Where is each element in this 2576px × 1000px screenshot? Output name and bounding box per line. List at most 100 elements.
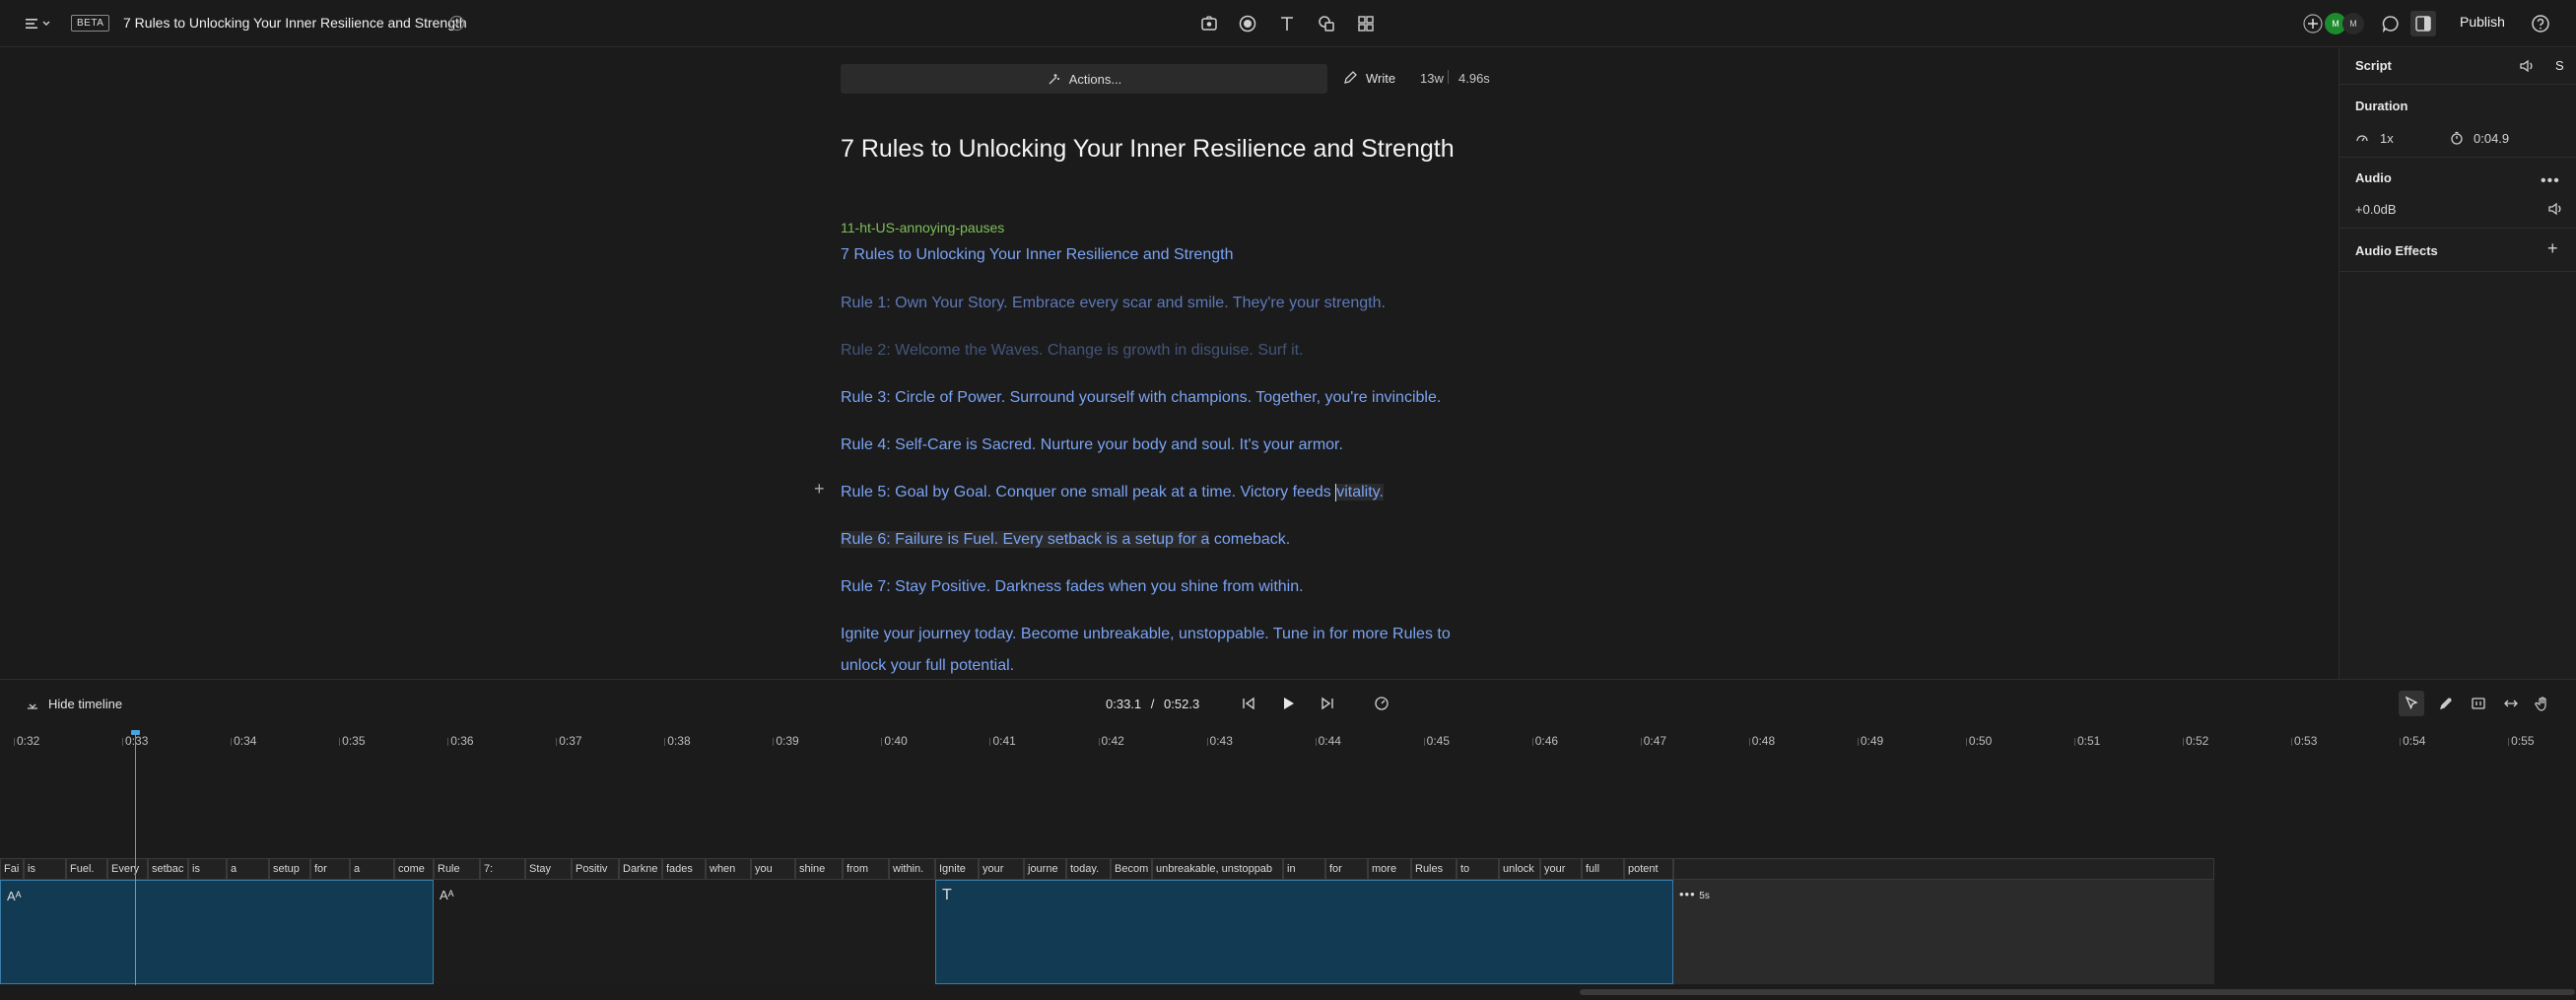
- word-chip[interactable]: potent: [1624, 858, 1673, 880]
- comments-button[interactable]: [2380, 13, 2402, 34]
- duration-value[interactable]: 0:04.9: [2474, 131, 2509, 146]
- word-chip[interactable]: is: [24, 858, 66, 880]
- word-chip[interactable]: fades: [662, 858, 706, 880]
- select-tool-button[interactable]: [2399, 691, 2424, 716]
- highlighted-segment[interactable]: Rule 6: Failure is Fuel. Every setback i…: [841, 531, 1210, 548]
- word-chip[interactable]: Rules: [1411, 858, 1457, 880]
- cursor-arrow-icon: [2405, 696, 2418, 710]
- script-line[interactable]: Rule 1: Own Your Story. Embrace every sc…: [841, 295, 1386, 312]
- word-chip[interactable]: in: [1283, 858, 1325, 880]
- add-collaborator-button[interactable]: [2302, 13, 2324, 34]
- shapes-button[interactable]: [1316, 13, 1337, 34]
- avatar-secondary[interactable]: M: [2342, 13, 2364, 34]
- script-line[interactable]: Rule 7: Stay Positive. Darkness fades wh…: [841, 578, 1304, 596]
- word-chip[interactable]: shine: [795, 858, 843, 880]
- layouts-button[interactable]: [1355, 13, 1377, 34]
- volume-button[interactable]: [2546, 200, 2564, 218]
- speed-value[interactable]: 1x: [2380, 131, 2394, 146]
- help-button[interactable]: [2530, 13, 2551, 34]
- hide-timeline-button[interactable]: Hide timeline: [26, 697, 122, 711]
- write-button[interactable]: Write: [1342, 70, 1395, 86]
- script-line-active[interactable]: Rule 5: Goal by Goal. Conquer one small …: [841, 484, 1384, 501]
- word-chip[interactable]: setup: [269, 858, 310, 880]
- panel-shortcut[interactable]: S: [2555, 58, 2564, 73]
- word-chip[interactable]: Every: [107, 858, 148, 880]
- skip-forward-button[interactable]: [1319, 695, 1336, 712]
- ruler-tick: 0:51: [2073, 734, 2101, 748]
- speaker-label[interactable]: 11-ht-US-annoying-pauses: [841, 220, 1004, 235]
- stretch-tool-button[interactable]: [2501, 694, 2521, 713]
- document-title[interactable]: 7 Rules to Unlocking Your Inner Resilien…: [123, 15, 467, 31]
- script-line[interactable]: Rule 4: Self-Care is Sacred. Nurture you…: [841, 436, 1343, 454]
- word-chip[interactable]: 7:: [480, 858, 525, 880]
- record-button[interactable]: [1237, 13, 1258, 34]
- word-chip[interactable]: Stay: [525, 858, 572, 880]
- divider: [1448, 70, 1449, 84]
- time-readout: 0:33.1 / 0:52.3: [1106, 697, 1199, 711]
- script-line[interactable]: Rule 3: Circle of Power. Surround yourse…: [841, 389, 1441, 407]
- word-chip[interactable]: Ignite: [935, 858, 979, 880]
- word-chip[interactable]: your: [979, 858, 1024, 880]
- word-chip[interactable]: unbreakable, unstoppab: [1152, 858, 1283, 880]
- add-effect-icon[interactable]: +: [2547, 238, 2558, 259]
- word-chip[interactable]: to: [1457, 858, 1499, 880]
- timeline-clip[interactable]: T: [935, 880, 1673, 984]
- word-chip[interactable]: today.: [1066, 858, 1111, 880]
- word-chip[interactable]: Fai: [0, 858, 24, 880]
- timeline-scrollbar[interactable]: [1580, 989, 2575, 995]
- speed-icon: [2355, 131, 2369, 145]
- blade-tool-button[interactable]: [2436, 694, 2456, 713]
- playhead[interactable]: [135, 730, 136, 985]
- selected-word[interactable]: vitality.: [1336, 484, 1384, 501]
- page-title[interactable]: 7 Rules to Unlocking Your Inner Resilien…: [841, 135, 1455, 164]
- pause-clip[interactable]: ••• 5s: [1673, 880, 2214, 984]
- word-chip[interactable]: setbac: [148, 858, 188, 880]
- word-chip[interactable]: for: [1325, 858, 1368, 880]
- script-line[interactable]: Rule 6: Failure is Fuel. Every setback i…: [841, 531, 1290, 549]
- sidebar-icon: [2415, 16, 2431, 32]
- playhead-handle[interactable]: [131, 730, 140, 735]
- toggle-panel-button[interactable]: [2410, 11, 2436, 36]
- word-chip[interactable]: Fuel.: [66, 858, 107, 880]
- script-line[interactable]: Ignite your journey today. Become unbrea…: [841, 626, 1451, 643]
- word-chip[interactable]: come: [394, 858, 434, 880]
- word-chip[interactable]: from: [843, 858, 889, 880]
- hand-tool-button[interactable]: [2533, 694, 2552, 713]
- timeline-clip[interactable]: Aᴬ: [0, 880, 434, 984]
- actions-button[interactable]: Actions...: [841, 64, 1327, 94]
- voice-button[interactable]: [2517, 56, 2537, 76]
- word-chip[interactable]: Darkne: [619, 858, 662, 880]
- timeline-ruler[interactable]: 0:32 0:33 0:34 0:35 0:36 0:37 0:38 0:39 0:40 0:41…: [0, 726, 2576, 756]
- record-screen-button[interactable]: [1198, 13, 1220, 34]
- word-chip[interactable]: Positiv: [572, 858, 619, 880]
- word-chip[interactable]: Rule: [434, 858, 480, 880]
- gain-value[interactable]: +0.0dB: [2355, 202, 2397, 217]
- word-chip[interactable]: a: [227, 858, 269, 880]
- word-chip[interactable]: your: [1540, 858, 1582, 880]
- skip-back-button[interactable]: [1240, 695, 1257, 712]
- more-icon[interactable]: •••: [2541, 172, 2560, 190]
- menu-button[interactable]: [24, 14, 53, 33]
- trim-tool-button[interactable]: [2469, 694, 2488, 713]
- script-line[interactable]: Rule 2: Welcome the Waves. Change is gro…: [841, 342, 1304, 360]
- playback-speed-button[interactable]: [1373, 695, 1390, 712]
- word-chip[interactable]: is: [188, 858, 227, 880]
- script-line[interactable]: 7 Rules to Unlocking Your Inner Resilien…: [841, 246, 1233, 264]
- word-chip[interactable]: unlock: [1499, 858, 1540, 880]
- word-chip[interactable]: within.: [889, 858, 935, 880]
- word-chip[interactable]: when: [706, 858, 751, 880]
- word-chip[interactable]: Becom: [1111, 858, 1152, 880]
- text-tool-button[interactable]: [1276, 13, 1298, 34]
- add-block-icon[interactable]: +: [814, 479, 825, 500]
- timeline-clip[interactable]: Aᴬ: [434, 880, 935, 984]
- word-chip[interactable]: you: [751, 858, 795, 880]
- script-line[interactable]: unlock your full potential.: [841, 657, 1014, 675]
- word-chip[interactable]: journe: [1024, 858, 1066, 880]
- publish-button[interactable]: Publish: [2460, 14, 2505, 30]
- word-chip[interactable]: for: [310, 858, 350, 880]
- ruler-tick: 0:45: [1423, 734, 1450, 748]
- word-chip[interactable]: full: [1582, 858, 1624, 880]
- word-chip[interactable]: a: [350, 858, 394, 880]
- play-button[interactable]: [1278, 694, 1298, 713]
- word-chip[interactable]: more: [1368, 858, 1411, 880]
